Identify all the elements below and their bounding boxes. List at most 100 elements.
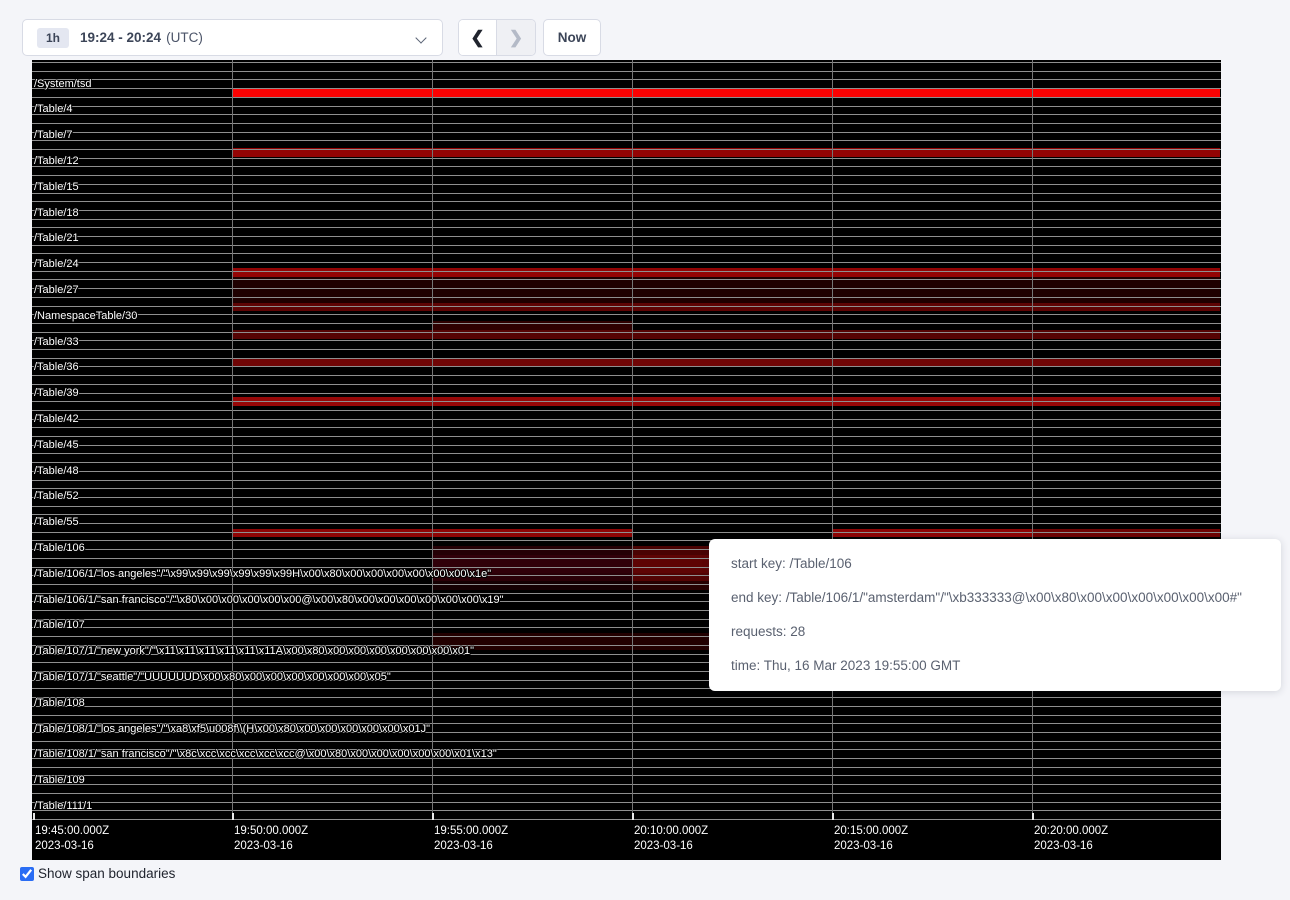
span-boundary-line [32,393,1221,394]
span-boundary-line [32,384,1221,385]
span-boundary-line [32,497,1221,498]
heatmap-tooltip: start key: /Table/106 end key: /Table/10… [709,539,1281,691]
heatmap-activity-band [1032,529,1220,537]
span-boundary-line [32,445,1221,446]
row-key-label: /Table/106/1/"los angeles"/"\x99\x99\x99… [34,568,491,580]
row-key-label: /Table/12 [34,155,79,167]
span-boundary-line [32,219,1221,220]
range-duration-badge: 1h [37,28,69,48]
row-key-label: /Table/7 [34,129,73,141]
span-boundary-line [32,210,1221,211]
span-boundary-line [32,193,1221,194]
span-boundary-line [32,314,1221,315]
heatmap-activity-band [232,303,1220,311]
span-boundary-line [32,488,1221,489]
span-boundary-line [32,715,1221,716]
row-key-label: /Table/36 [34,361,79,373]
time-grid-line [432,60,433,820]
span-boundary-line [32,819,1221,820]
span-boundary-line [32,245,1221,246]
row-key-label: /Table/109 [34,774,85,786]
span-boundary-line [32,375,1221,376]
tooltip-start-key: start key: /Table/106 [731,547,1259,581]
time-grid-line [632,60,633,820]
row-key-label: /Table/52 [34,490,79,502]
span-boundary-line [32,480,1221,481]
row-key-label: /Table/4 [34,103,73,115]
span-boundary-line [32,253,1221,254]
x-axis-label: 19:45:00.000Z2023-03-16 [35,824,109,854]
span-boundary-line [32,332,1221,333]
span-boundary-line [32,323,1221,324]
span-boundary-line [32,784,1221,785]
x-axis-label: 20:15:00.000Z2023-03-16 [834,824,908,854]
span-boundary-line [32,410,1221,411]
heatmap-activity-band [432,546,632,555]
x-axis-label: 20:20:00.000Z2023-03-16 [1034,824,1108,854]
span-boundary-line [32,88,1221,89]
span-boundary-line [32,706,1221,707]
span-boundary-line [32,166,1221,167]
heatmap-activity-band [832,529,1032,537]
tooltip-end-key: end key: /Table/106/1/"amsterdam"/"\xb33… [731,581,1259,615]
span-boundary-line [32,401,1221,402]
span-boundary-line [32,114,1221,115]
row-key-label: /Table/27 [34,284,79,296]
row-key-label: /Table/111/1 [34,800,92,812]
heatmap-activity-band [432,555,632,564]
axis-tick [33,813,35,820]
keyvisualizer-heatmap[interactable]: 19:45:00.000Z2023-03-16 19:50:00.000Z2023… [32,60,1221,860]
row-key-label: /Table/45 [34,439,79,451]
span-boundary-line [32,514,1221,515]
range-text: 19:24 - 20:24 [80,30,161,45]
span-boundary-line [32,71,1221,72]
toolbar: 1h 19:24 - 20:24 (UTC) ❮ ❯ Now [0,0,1290,60]
span-boundary-line [32,271,1221,272]
span-boundary-line [32,123,1221,124]
row-key-label: /Table/15 [34,181,79,193]
row-key-label: /Table/33 [34,336,79,348]
now-button[interactable]: Now [543,19,601,56]
row-key-label: /Table/108/1/"san francisco"/"\x8c\xcc\x… [34,748,497,760]
span-boundary-line [32,149,1221,150]
span-boundary-line [32,523,1221,524]
row-key-label: /Table/107/1/"new york"/"\x11\x11\x11\x1… [34,645,474,657]
axis-tick [232,813,234,820]
range-timezone: (UTC) [166,30,203,45]
row-key-label: /Table/39 [34,387,79,399]
row-key-label: /Table/107 [34,619,85,631]
span-boundary-line [32,184,1221,185]
span-boundary-line [32,79,1221,80]
row-key-label: /Table/18 [34,207,79,219]
span-boundary-line [32,427,1221,428]
tooltip-requests: requests: 28 [731,615,1259,649]
tooltip-time: time: Thu, 16 Mar 2023 19:55:00 GMT [731,649,1259,683]
span-boundary-line [32,132,1221,133]
footer: Show span boundaries [20,866,175,881]
span-boundary-line [32,793,1221,794]
span-boundary-line [32,288,1221,289]
x-axis-label: 19:55:00.000Z2023-03-16 [434,824,508,854]
span-boundary-line [32,140,1221,141]
x-axis-label: 19:50:00.000Z2023-03-16 [234,824,308,854]
heatmap-activity-band [232,268,1220,277]
row-key-label: /Table/42 [34,413,79,425]
row-key-label: /Table/21 [34,232,79,244]
row-key-label: /Table/107/1/"seattle"/"UUUUUUD\x00\x80\… [34,671,391,683]
row-key-label: /System/tsd [34,78,91,90]
heatmap-activity-band [232,88,1220,97]
time-nav-group: ❮ ❯ [458,19,536,56]
span-boundary-line [32,158,1221,159]
show-span-boundaries-checkbox[interactable] [20,867,34,881]
span-boundary-line [32,262,1221,263]
span-boundary-line [32,236,1221,237]
span-boundary-line [32,462,1221,463]
time-range-dropdown[interactable]: 1h 19:24 - 20:24 (UTC) [22,19,443,56]
span-boundary-line [32,453,1221,454]
span-boundary-line [32,775,1221,776]
span-boundary-line [32,175,1221,176]
span-boundary-line [32,436,1221,437]
prev-time-button[interactable]: ❮ [459,20,497,55]
span-boundary-line [32,106,1221,107]
row-key-label: /Table/24 [34,258,79,270]
